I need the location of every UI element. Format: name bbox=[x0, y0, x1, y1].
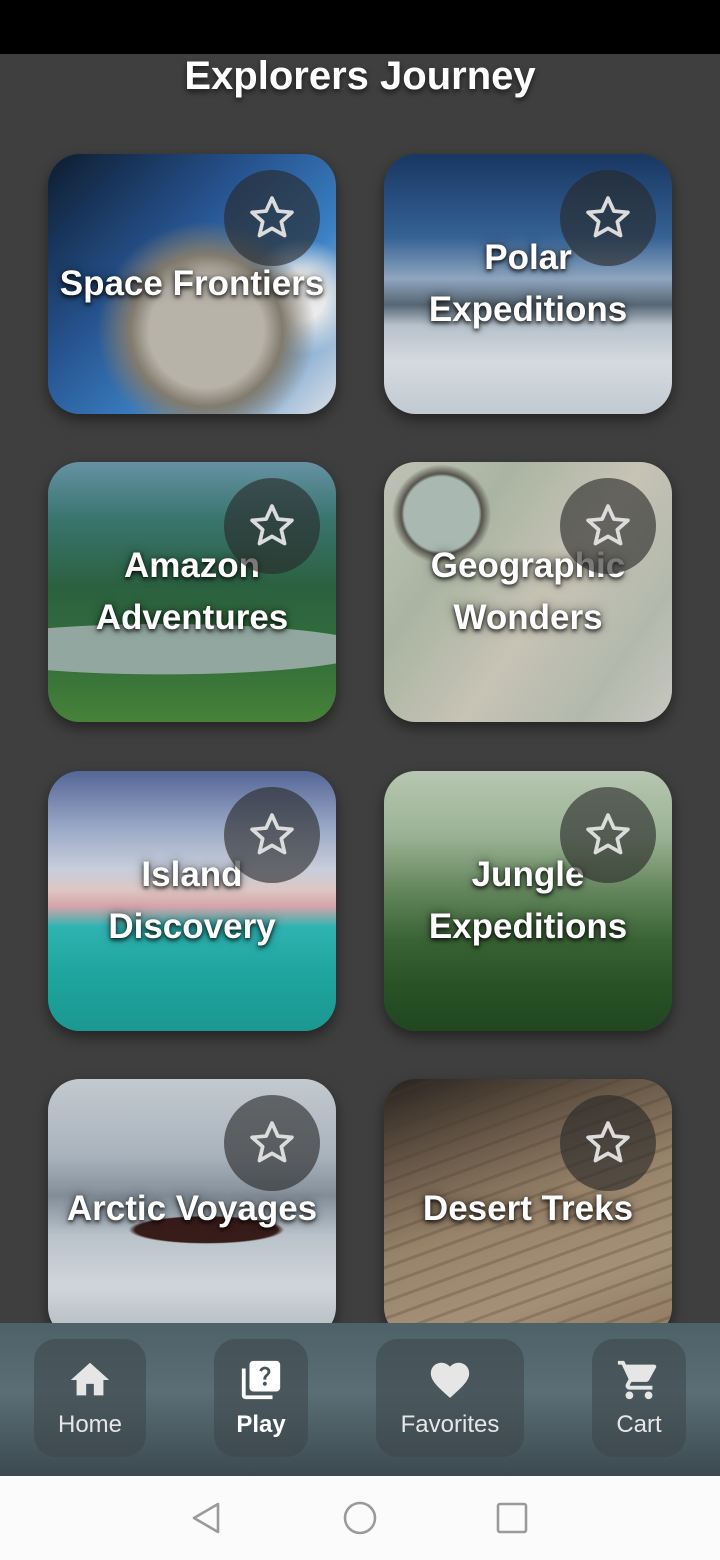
card-title: Space Frontiers bbox=[59, 264, 325, 303]
back-triangle-icon[interactable] bbox=[188, 1500, 224, 1536]
nav-item-play[interactable]: Play bbox=[214, 1339, 308, 1457]
card-island-discovery[interactable]: Island Discovery bbox=[48, 771, 336, 1031]
favorite-toggle[interactable] bbox=[224, 1095, 320, 1191]
page-title: Explorers Journey bbox=[184, 54, 536, 98]
favorite-toggle[interactable] bbox=[224, 787, 320, 883]
star-outline-icon bbox=[586, 196, 630, 238]
card-grid: Space Frontiers Polar Expeditions Amazon… bbox=[0, 0, 720, 1325]
star-outline-icon bbox=[250, 1121, 294, 1163]
nav-item-cart[interactable]: Cart bbox=[592, 1339, 686, 1457]
star-outline-icon bbox=[586, 813, 630, 855]
card-arctic-voyages[interactable]: Arctic Voyages bbox=[48, 1079, 336, 1325]
favorite-toggle[interactable] bbox=[560, 170, 656, 266]
quiz-icon bbox=[241, 1360, 281, 1400]
card-geographic-wonders[interactable]: Geographic Wonders bbox=[384, 462, 672, 722]
card-title: Desert Treks bbox=[422, 1189, 634, 1228]
home-circle-icon[interactable] bbox=[342, 1500, 378, 1536]
bottom-navigation: Home Play Favorites Cart bbox=[0, 1323, 720, 1476]
system-navigation-bar bbox=[0, 1476, 720, 1560]
favorite-toggle[interactable] bbox=[224, 170, 320, 266]
nav-label: Play bbox=[236, 1411, 286, 1438]
heart-icon bbox=[430, 1362, 470, 1398]
nav-item-favorites[interactable]: Favorites bbox=[376, 1339, 524, 1457]
favorite-toggle[interactable] bbox=[224, 478, 320, 574]
card-polar-expeditions[interactable]: Polar Expeditions bbox=[384, 154, 672, 414]
cart-icon bbox=[617, 1360, 657, 1400]
favorite-toggle[interactable] bbox=[560, 478, 656, 574]
nav-label: Favorites bbox=[400, 1411, 500, 1438]
nav-item-home[interactable]: Home bbox=[34, 1339, 146, 1457]
card-space-frontiers[interactable]: Space Frontiers bbox=[48, 154, 336, 414]
star-outline-icon bbox=[250, 813, 294, 855]
card-jungle-expeditions[interactable]: Jungle Expeditions bbox=[384, 771, 672, 1031]
card-amazon-adventures[interactable]: Amazon Adventures bbox=[48, 462, 336, 722]
card-desert-treks[interactable]: Desert Treks bbox=[384, 1079, 672, 1325]
nav-label: Cart bbox=[616, 1411, 662, 1438]
card-title: Arctic Voyages bbox=[66, 1189, 318, 1228]
recents-square-icon[interactable] bbox=[494, 1500, 530, 1536]
star-outline-icon bbox=[586, 1121, 630, 1163]
home-icon bbox=[70, 1362, 110, 1396]
star-outline-icon bbox=[586, 504, 630, 546]
favorite-toggle[interactable] bbox=[560, 1095, 656, 1191]
star-outline-icon bbox=[250, 196, 294, 238]
favorite-toggle[interactable] bbox=[560, 787, 656, 883]
star-outline-icon bbox=[250, 504, 294, 546]
nav-label: Home bbox=[57, 1411, 123, 1438]
